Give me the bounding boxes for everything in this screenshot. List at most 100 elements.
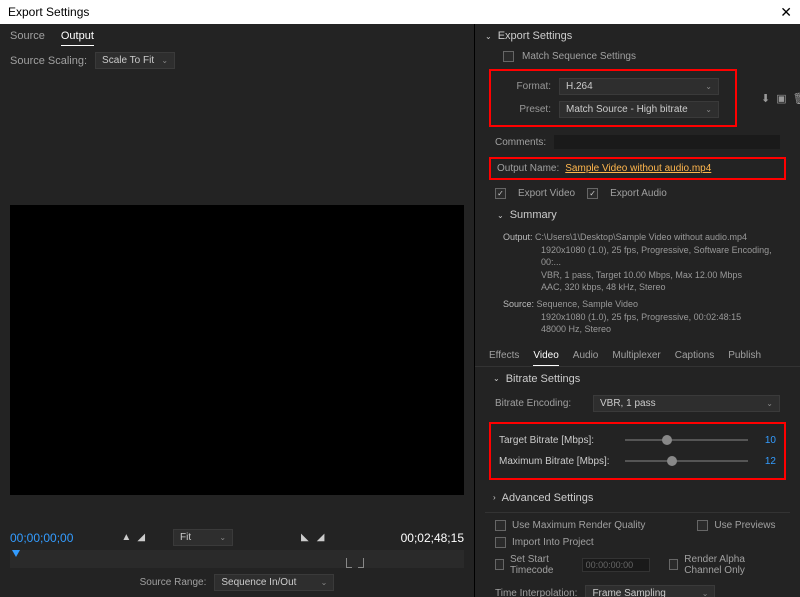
slider-knob[interactable] bbox=[667, 456, 677, 466]
prev-icon[interactable]: ▲ bbox=[121, 532, 131, 543]
output-name-label: Output Name: bbox=[497, 163, 559, 174]
save-preset-icon[interactable]: ⬇ bbox=[761, 92, 770, 105]
tab-output[interactable]: Output bbox=[61, 30, 94, 46]
chevron-down-icon: ⌄ bbox=[161, 56, 168, 65]
next-icon[interactable]: ◢ bbox=[137, 532, 145, 543]
summary-source-l1: Sequence, Sample Video bbox=[537, 299, 638, 309]
chevron-down-icon: ⌄ bbox=[705, 105, 712, 114]
source-range-label: Source Range: bbox=[140, 577, 207, 588]
time-interp-label: Time Interpolation: bbox=[495, 588, 577, 597]
in-point-icon[interactable]: ◣ bbox=[301, 532, 309, 543]
scaling-row: Source Scaling: Scale To Fit ⌄ bbox=[0, 46, 474, 75]
preview-area bbox=[0, 75, 474, 525]
timecode-start[interactable]: 00;00;00;00 bbox=[10, 531, 73, 545]
summary-output-l2: 1920x1080 (1.0), 25 fps, Progressive, So… bbox=[503, 244, 780, 269]
collapse-icon: ⌄ bbox=[497, 211, 504, 220]
set-start-tc-checkbox[interactable] bbox=[495, 559, 504, 570]
comments-label: Comments: bbox=[495, 137, 546, 148]
slider-knob[interactable] bbox=[662, 435, 672, 445]
preset-label: Preset: bbox=[503, 104, 551, 115]
out-marker[interactable] bbox=[358, 558, 364, 568]
tab-effects[interactable]: Effects bbox=[489, 350, 519, 366]
main-container: Source Output Source Scaling: Scale To F… bbox=[0, 24, 800, 597]
comments-input[interactable] bbox=[554, 135, 780, 149]
source-range-value: Sequence In/Out bbox=[221, 577, 296, 588]
export-checks-row: Export Video Export Audio bbox=[475, 184, 800, 203]
summary-output-l3: VBR, 1 pass, Target 10.00 Mbps, Max 12.0… bbox=[503, 269, 780, 282]
set-start-tc-label: Set Start Timecode bbox=[510, 554, 576, 576]
summary-block: Output: C:\Users\1\Desktop\Sample Video … bbox=[475, 227, 800, 344]
right-scroll: ⌄ Export Settings Match Sequence Setting… bbox=[475, 24, 800, 597]
tab-publish[interactable]: Publish bbox=[728, 350, 761, 366]
left-panel: Source Output Source Scaling: Scale To F… bbox=[0, 24, 475, 597]
bitrate-label: Bitrate Settings bbox=[506, 373, 581, 385]
tab-captions[interactable]: Captions bbox=[675, 350, 714, 366]
use-previews-checkbox[interactable] bbox=[697, 520, 708, 531]
alpha-label: Render Alpha Channel Only bbox=[684, 554, 780, 576]
format-preset-block: Format: H.264 ⌄ Preset: Match Source - H… bbox=[489, 69, 737, 127]
fit-value: Fit bbox=[180, 532, 191, 543]
right-panel: ⌄ Export Settings Match Sequence Setting… bbox=[475, 24, 800, 597]
advanced-header[interactable]: › Advanced Settings bbox=[475, 486, 800, 510]
summary-output-label: Output: bbox=[503, 232, 533, 242]
max-bitrate-value[interactable]: 12 bbox=[756, 456, 776, 467]
start-tc-input[interactable] bbox=[582, 558, 650, 572]
import-project-checkbox[interactable] bbox=[495, 537, 506, 548]
out-point-icon[interactable]: ◢ bbox=[317, 532, 325, 543]
tab-source[interactable]: Source bbox=[10, 30, 45, 46]
match-sequence-label: Match Sequence Settings bbox=[522, 51, 636, 62]
target-bitrate-value[interactable]: 10 bbox=[756, 435, 776, 446]
source-range-row: Source Range: Sequence In/Out ⌄ bbox=[0, 568, 474, 597]
max-render-label: Use Maximum Render Quality bbox=[512, 520, 645, 531]
advanced-options: Use Maximum Render Quality Use Previews … bbox=[475, 515, 800, 581]
bitrate-encoding-dropdown[interactable]: VBR, 1 pass ⌄ bbox=[593, 395, 780, 412]
time-interp-dropdown[interactable]: Frame Sampling ⌄ bbox=[585, 585, 715, 597]
preview-tabs: Source Output bbox=[0, 24, 474, 46]
export-settings-label: Export Settings bbox=[498, 30, 573, 42]
export-audio-checkbox[interactable] bbox=[587, 188, 598, 199]
timeline-ruler[interactable] bbox=[10, 550, 464, 568]
output-name-link[interactable]: Sample Video without audio.mp4 bbox=[565, 163, 711, 174]
max-bitrate-slider[interactable] bbox=[625, 460, 748, 462]
summary-source-label: Source: bbox=[503, 299, 534, 309]
max-render-checkbox[interactable] bbox=[495, 520, 506, 531]
format-dropdown[interactable]: H.264 ⌄ bbox=[559, 78, 719, 95]
delete-preset-icon[interactable]: 🗑 bbox=[793, 92, 800, 105]
source-range-dropdown[interactable]: Sequence In/Out ⌄ bbox=[214, 574, 334, 591]
export-audio-label: Export Audio bbox=[610, 188, 667, 199]
bitrate-header[interactable]: ⌄ Bitrate Settings bbox=[475, 367, 800, 391]
chevron-down-icon: ⌄ bbox=[219, 533, 226, 542]
import-preset-icon[interactable]: ▣ bbox=[776, 92, 786, 105]
time-interp-value: Frame Sampling bbox=[592, 588, 665, 597]
bitrate-encoding-row: Bitrate Encoding: VBR, 1 pass ⌄ bbox=[475, 391, 800, 416]
bitrate-encoding-label: Bitrate Encoding: bbox=[495, 398, 585, 409]
scaling-dropdown[interactable]: Scale To Fit ⌄ bbox=[95, 52, 175, 69]
import-project-label: Import Into Project bbox=[512, 537, 594, 548]
summary-label: Summary bbox=[510, 209, 557, 221]
close-icon[interactable]: ✕ bbox=[780, 4, 792, 21]
in-marker[interactable] bbox=[346, 558, 352, 568]
tab-multiplexer[interactable]: Multiplexer bbox=[612, 350, 660, 366]
tab-audio[interactable]: Audio bbox=[573, 350, 599, 366]
preset-value: Match Source - High bitrate bbox=[566, 104, 688, 115]
target-bitrate-row: Target Bitrate [Mbps]: 10 bbox=[499, 430, 776, 451]
match-sequence-checkbox[interactable] bbox=[503, 51, 514, 62]
play-controls: ▲ ◢ bbox=[121, 532, 145, 543]
chevron-down-icon: ⌄ bbox=[321, 578, 328, 587]
preset-dropdown[interactable]: Match Source - High bitrate ⌄ bbox=[559, 101, 719, 118]
max-bitrate-label: Maximum Bitrate [Mbps]: bbox=[499, 456, 617, 467]
time-interp-row: Time Interpolation: Frame Sampling ⌄ bbox=[475, 581, 800, 597]
tab-video[interactable]: Video bbox=[533, 350, 558, 366]
export-video-checkbox[interactable] bbox=[495, 188, 506, 199]
alpha-checkbox[interactable] bbox=[669, 559, 678, 570]
target-bitrate-slider[interactable] bbox=[625, 439, 748, 441]
use-previews-label: Use Previews bbox=[714, 520, 775, 531]
fit-dropdown[interactable]: Fit ⌄ bbox=[173, 529, 233, 546]
comments-row: Comments: bbox=[475, 131, 800, 153]
export-settings-header[interactable]: ⌄ Export Settings bbox=[475, 24, 800, 48]
output-name-row: Output Name: Sample Video without audio.… bbox=[489, 157, 786, 180]
timecode-end[interactable]: 00;02;48;15 bbox=[401, 531, 464, 545]
format-value: H.264 bbox=[566, 81, 593, 92]
summary-header[interactable]: ⌄ Summary bbox=[475, 203, 800, 227]
scaling-label: Source Scaling: bbox=[10, 55, 87, 67]
